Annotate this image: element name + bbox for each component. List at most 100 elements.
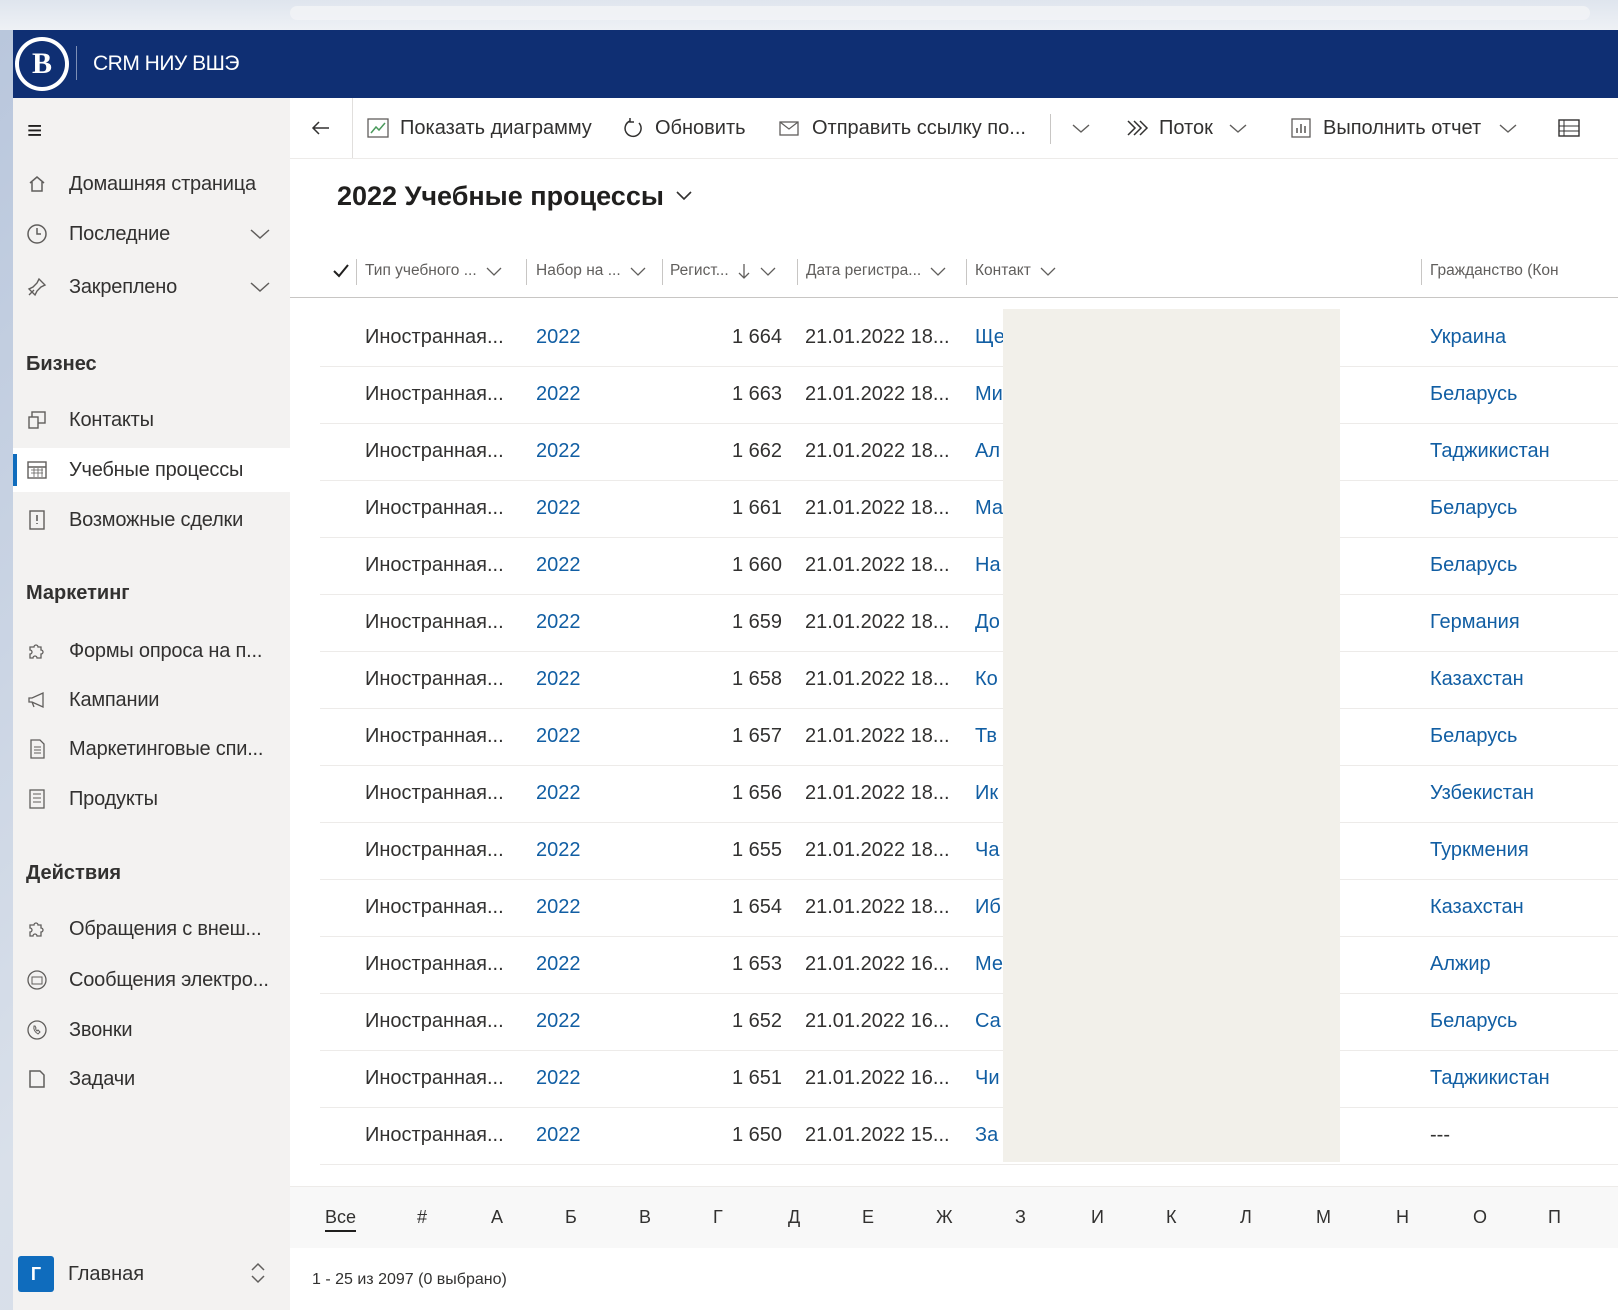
table-row[interactable]: Иностранная... 2022 1 658 21.01.2022 18... К… (320, 651, 1618, 709)
cell-contact-link[interactable]: Ми (975, 366, 1003, 422)
cell-contact-link[interactable]: Тв (975, 708, 997, 764)
cell-intake-link[interactable]: 2022 (536, 309, 581, 365)
cell-citizenship-link[interactable]: Беларусь (1430, 993, 1517, 1049)
alphabet-filter-letter[interactable]: Ж (936, 1207, 953, 1228)
cell-intake-link[interactable]: 2022 (536, 708, 581, 764)
alphabet-filter-letter[interactable]: И (1091, 1207, 1104, 1228)
cell-contact-link[interactable]: Ик (975, 765, 998, 821)
cell-intake-link[interactable]: 2022 (536, 537, 581, 593)
sidebar-item-campaigns[interactable]: Кампании (13, 678, 290, 722)
table-row[interactable]: Иностранная... 2022 1 656 21.01.2022 18... И… (320, 765, 1618, 823)
table-row[interactable]: Иностранная... 2022 1 655 21.01.2022 18... Ч… (320, 822, 1618, 880)
sidebar-item-contacts[interactable]: Контакты (13, 398, 290, 442)
alphabet-filter-letter[interactable]: М (1316, 1207, 1331, 1228)
area-switcher[interactable]: Г Главная (13, 1238, 290, 1310)
back-button[interactable] (290, 98, 353, 158)
column-header-type[interactable]: Тип учебного ... (365, 257, 503, 285)
table-row[interactable]: Иностранная... 2022 1 652 21.01.2022 16... С… (320, 993, 1618, 1051)
table-row[interactable]: Иностранная... 2022 1 659 21.01.2022 18... Д… (320, 594, 1618, 652)
cell-contact-link[interactable]: Ча (975, 822, 999, 878)
cell-citizenship-link[interactable]: Украина (1430, 309, 1506, 365)
cell-citizenship-link[interactable]: Таджикистан (1430, 423, 1550, 479)
sidebar-item-pinned[interactable]: Закреплено (13, 265, 290, 309)
cell-intake-link[interactable]: 2022 (536, 651, 581, 707)
alphabet-filter-letter[interactable]: В (639, 1207, 651, 1228)
alphabet-filter-letter[interactable]: Б (565, 1207, 577, 1228)
sidebar-item-tasks[interactable]: Задачи (13, 1057, 290, 1101)
cell-citizenship-link[interactable]: Беларусь (1430, 537, 1517, 593)
sidebar-item-marketing-lists[interactable]: Маркетинговые спи... (13, 727, 290, 771)
alphabet-filter-letter[interactable]: А (491, 1207, 503, 1228)
cell-contact-link[interactable]: До (975, 594, 1000, 650)
hamburger-menu-icon[interactable]: ≡ (27, 117, 42, 143)
cell-citizenship-link[interactable]: Узбекистан (1430, 765, 1534, 821)
column-header-intake[interactable]: Набор на ... (536, 257, 647, 285)
cell-intake-link[interactable]: 2022 (536, 1050, 581, 1106)
column-header-reg-date[interactable]: Дата регистра... (806, 257, 947, 285)
cell-citizenship-link[interactable]: Казахстан (1430, 879, 1524, 935)
table-row[interactable]: Иностранная... 2022 1 662 21.01.2022 18... А… (320, 423, 1618, 481)
cell-contact-link[interactable]: На (975, 537, 1001, 593)
cell-contact-link[interactable]: Са (975, 993, 1001, 1049)
cell-citizenship-link[interactable]: Алжир (1430, 936, 1491, 992)
cell-contact-link[interactable]: За (975, 1107, 998, 1163)
cell-citizenship-link[interactable]: Казахстан (1430, 651, 1524, 707)
alphabet-filter-letter[interactable]: Н (1396, 1207, 1409, 1228)
cell-intake-link[interactable]: 2022 (536, 480, 581, 536)
cell-contact-link[interactable]: Ще (975, 309, 1005, 365)
alphabet-filter-letter[interactable]: # (417, 1207, 427, 1228)
cell-contact-link[interactable]: Иб (975, 879, 1001, 935)
table-row[interactable]: Иностранная... 2022 1 654 21.01.2022 18... И… (320, 879, 1618, 937)
sidebar-item-external-requests[interactable]: Обращения с внеш... (13, 907, 290, 951)
send-link-button[interactable]: Отправить ссылку по... (778, 98, 1026, 158)
table-row[interactable]: Иностранная... 2022 1 661 21.01.2022 18... М… (320, 480, 1618, 538)
alphabet-filter-letter[interactable]: Г (713, 1207, 723, 1228)
show-chart-button[interactable]: Показать диаграмму (366, 98, 592, 158)
sidebar-item-products[interactable]: Продукты (13, 777, 290, 821)
alphabet-filter-letter[interactable]: П (1548, 1207, 1561, 1228)
cell-contact-link[interactable]: Чи (975, 1050, 1000, 1106)
cell-intake-link[interactable]: 2022 (536, 1107, 581, 1163)
cell-intake-link[interactable]: 2022 (536, 366, 581, 422)
more-send-options-chevron[interactable] (1070, 98, 1092, 158)
column-header-reg-number[interactable]: Регист... (670, 257, 777, 285)
alphabet-filter-letter[interactable]: Л (1240, 1207, 1252, 1228)
cell-intake-link[interactable]: 2022 (536, 822, 581, 878)
excel-templates-button[interactable] (1556, 98, 1582, 158)
table-row[interactable]: Иностранная... 2022 1 657 21.01.2022 18... Т… (320, 708, 1618, 766)
select-all-checkbox[interactable] (332, 257, 350, 285)
table-row[interactable]: Иностранная... 2022 1 664 21.01.2022 18... Щ… (320, 309, 1618, 367)
column-header-citizenship[interactable]: Гражданство (Кон (1430, 257, 1559, 285)
cell-citizenship-link[interactable]: Беларусь (1430, 708, 1517, 764)
refresh-button[interactable]: Обновить (621, 98, 746, 158)
alphabet-filter-all[interactable]: Все (325, 1207, 357, 1232)
cell-contact-link[interactable]: Ко (975, 651, 998, 707)
sidebar-item-opportunities[interactable]: Возможные сделки (13, 498, 290, 542)
cell-citizenship-link[interactable]: Беларусь (1430, 366, 1517, 422)
chevron-down-icon[interactable] (248, 275, 272, 304)
sidebar-item-recent[interactable]: Последние (13, 212, 290, 256)
alphabet-filter-letter[interactable]: О (1473, 1207, 1487, 1228)
table-row[interactable]: Иностранная... 2022 1 650 21.01.2022 15... З… (320, 1107, 1618, 1165)
table-row[interactable]: Иностранная... 2022 1 660 21.01.2022 18... Н… (320, 537, 1618, 595)
alphabet-filter-letter[interactable]: Д (788, 1207, 800, 1228)
sidebar-item-emails[interactable]: Сообщения электро... (13, 958, 290, 1002)
run-report-button[interactable]: Выполнить отчет (1289, 98, 1519, 158)
cell-citizenship-link[interactable]: Германия (1430, 594, 1520, 650)
table-row[interactable]: Иностранная... 2022 1 663 21.01.2022 18... М… (320, 366, 1618, 424)
cell-citizenship-link[interactable]: Таджикистан (1430, 1050, 1550, 1106)
sidebar-item-home[interactable]: Домашняя страница (13, 162, 290, 206)
column-header-contact[interactable]: Контакт (975, 257, 1057, 285)
cell-citizenship-link[interactable]: Беларусь (1430, 480, 1517, 536)
sidebar-item-calls[interactable]: Звонки (13, 1008, 290, 1052)
chevron-down-icon[interactable] (248, 222, 272, 251)
cell-intake-link[interactable]: 2022 (536, 765, 581, 821)
cell-intake-link[interactable]: 2022 (536, 879, 581, 935)
alphabet-filter-letter[interactable]: Е (862, 1207, 874, 1228)
cell-contact-link[interactable]: Ма (975, 480, 1003, 536)
cell-intake-link[interactable]: 2022 (536, 423, 581, 479)
cell-intake-link[interactable]: 2022 (536, 594, 581, 650)
hse-logo[interactable]: В (15, 37, 69, 91)
sidebar-item-survey-forms[interactable]: Формы опроса на п... (13, 629, 290, 673)
cell-intake-link[interactable]: 2022 (536, 936, 581, 992)
